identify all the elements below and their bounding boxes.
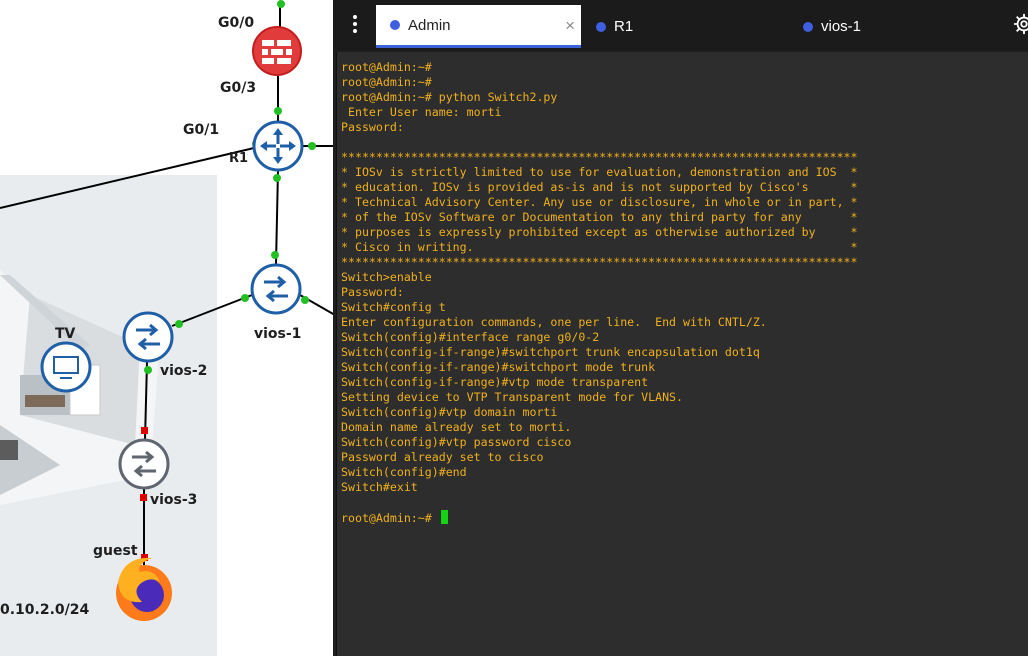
tab-bar: Admin × R1 vios-1: [333, 0, 1028, 50]
terminal-output: root@Admin:~# root@Admin:~# root@Admin:~# …: [341, 60, 858, 525]
vertical-dots-icon[interactable]: [343, 13, 367, 37]
close-icon[interactable]: ×: [565, 16, 575, 36]
terminal-line: ****************************************…: [341, 255, 858, 269]
terminal-line: Password:: [341, 285, 404, 299]
terminal-line: * Technical Advisory Center. Any use or …: [341, 195, 858, 209]
interface-label-g0-1: G0/1: [183, 122, 220, 138]
terminal-line: Setting device to VTP Transparent mode f…: [341, 390, 684, 404]
terminal-window: Admin × R1 vios-1 root@Admin:~# root@Admi…: [333, 0, 1028, 656]
terminal-line: Switch(config)#vtp password cisco: [341, 435, 572, 449]
tab-r1-label: R1: [614, 18, 634, 35]
terminal-line: Switch(config)#end: [341, 465, 467, 479]
terminal-line: * Cisco in writing. *: [341, 240, 858, 254]
terminal-line: root@Admin:~#: [341, 510, 858, 525]
node-label-vios-3: vios-3: [150, 492, 198, 508]
gear-icon[interactable]: [1013, 13, 1028, 35]
interface-label-g0-3: G0/3: [220, 80, 257, 96]
terminal-line: * purposes is expressly prohibited excep…: [341, 225, 858, 239]
terminal-line: Switch(config)#interface range g0/0-2: [341, 330, 600, 344]
node-label-r1: R1: [229, 151, 249, 166]
terminal-screen[interactable]: root@Admin:~# root@Admin:~# root@Admin:~# …: [336, 52, 1028, 656]
tab-vios-1[interactable]: vios-1: [803, 5, 861, 48]
terminal-line: Domain name already set to morti.: [341, 420, 572, 434]
tab-admin-label: Admin: [408, 16, 451, 34]
terminal-line: ****************************************…: [341, 150, 858, 164]
terminal-line: Switch#config t: [341, 300, 446, 314]
node-label-tv: TV: [55, 326, 76, 342]
tab-admin[interactable]: Admin ×: [376, 5, 581, 48]
node-label-guest: guest: [93, 543, 138, 559]
interface-label-g0-0: G0/0: [218, 15, 255, 31]
switch-vios-2-node[interactable]: [122, 311, 174, 363]
browser-icon[interactable]: [116, 557, 172, 621]
status-dot-icon: [596, 21, 606, 32]
status-dot-icon: [390, 20, 400, 30]
terminal-line: Password:: [341, 120, 404, 134]
terminal-line: Enter configuration commands, one per li…: [341, 315, 767, 329]
node-label-vios-2: vios-2: [160, 363, 208, 379]
terminal-line: Enter User name: morti: [341, 105, 502, 119]
terminal-line: Switch(config)#vtp domain morti: [341, 405, 558, 419]
firewall-node[interactable]: [252, 26, 302, 76]
terminal-line: Switch#exit: [341, 480, 418, 494]
terminal-line: * education. IOSv is provided as-is and …: [341, 180, 858, 194]
tab-vios-1-label: vios-1: [821, 18, 862, 35]
terminal-line: Password already set to cisco: [341, 450, 544, 464]
topology-canvas[interactable]: G0/0 G0/3 G0/1 R1 vios-1 TV vios-2 vios-…: [0, 0, 335, 656]
node-label-vios-1: vios-1: [254, 326, 302, 342]
tv-node[interactable]: [40, 341, 92, 393]
terminal-line: root@Admin:~# python Switch2.py: [341, 90, 558, 104]
terminal-line: Switch>enable: [341, 270, 432, 284]
terminal-line: Switch(config-if-range)#switchport mode …: [341, 360, 656, 374]
terminal-line: * IOSv is strictly limited to use for ev…: [341, 165, 858, 179]
terminal-line: Switch(config-if-range)#vtp mode transpa…: [341, 375, 649, 389]
router-r1-node[interactable]: [252, 120, 304, 172]
status-dot-icon: [803, 21, 813, 32]
terminal-line: root@Admin:~#: [341, 60, 432, 74]
terminal-line: Switch(config-if-range)#switchport trunk…: [341, 345, 760, 359]
tab-r1[interactable]: R1: [596, 5, 633, 48]
terminal-line: root@Admin:~#: [341, 75, 432, 89]
switch-vios-3-node[interactable]: [118, 438, 170, 490]
switch-vios-1-node[interactable]: [250, 263, 302, 315]
terminal-line: * of the IOSv Software or Documentation …: [341, 210, 858, 224]
subnet-label: 0.10.2.0/24: [0, 602, 90, 618]
text-cursor: [440, 510, 448, 524]
